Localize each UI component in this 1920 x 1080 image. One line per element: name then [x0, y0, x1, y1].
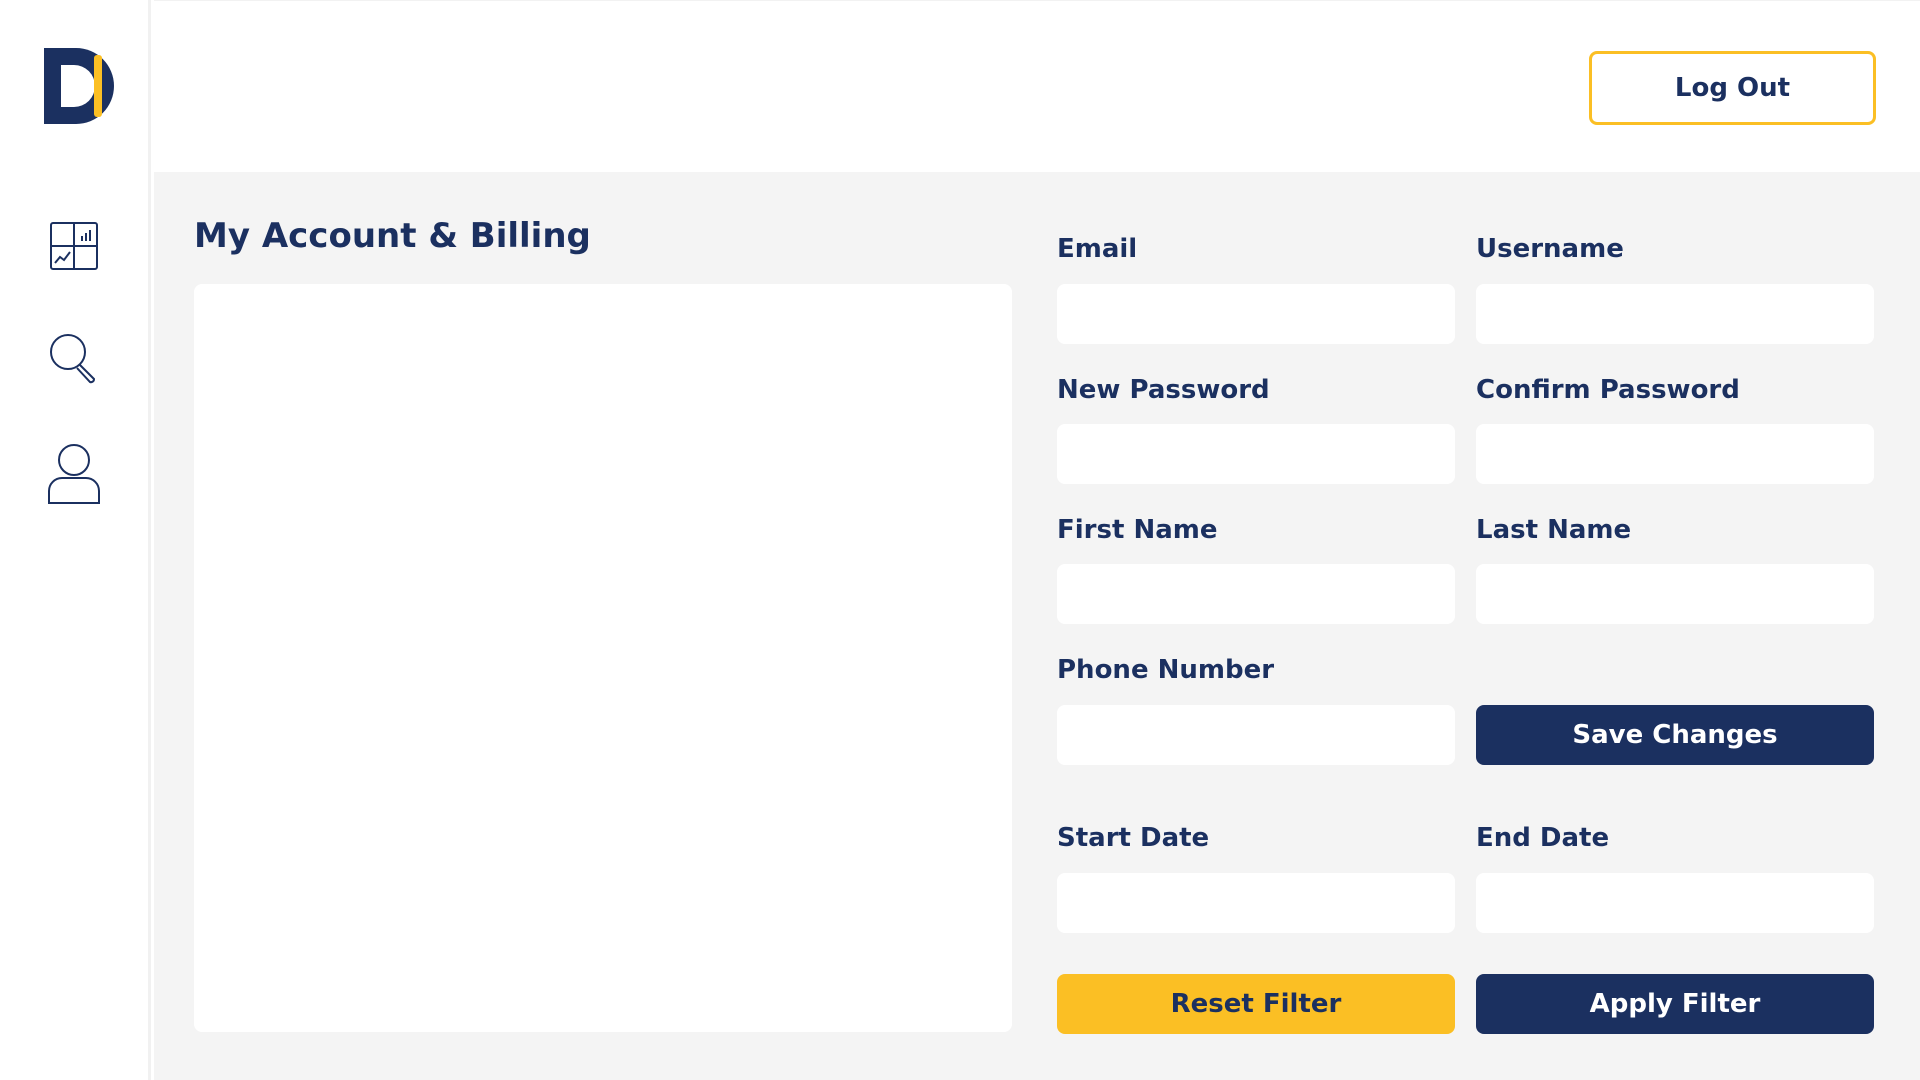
first-name-field[interactable]: [1057, 564, 1455, 624]
phone-number-label: Phone Number: [1057, 655, 1275, 685]
app-window: Log Out My Account & Billing Email Usern…: [0, 0, 1920, 1080]
confirm-password-field[interactable]: [1476, 424, 1874, 484]
search-icon: [50, 334, 95, 384]
user-icon: [48, 444, 100, 504]
end-date-label: End Date: [1476, 823, 1610, 853]
logout-button[interactable]: Log Out: [1589, 51, 1876, 125]
reset-filter-button[interactable]: Reset Filter: [1057, 974, 1455, 1034]
last-name-field[interactable]: [1476, 564, 1874, 624]
start-date-label: Start Date: [1057, 823, 1210, 853]
dashboard-chart-icon: [50, 222, 98, 270]
sidebar-item-search[interactable]: [45, 329, 103, 387]
top-header: Log Out: [154, 0, 1920, 172]
first-name-label: First Name: [1057, 515, 1218, 545]
confirm-password-label: Confirm Password: [1476, 375, 1740, 405]
content-panel: [194, 284, 1012, 1032]
username-label: Username: [1476, 234, 1624, 264]
last-name-label: Last Name: [1476, 515, 1632, 545]
sidebar: [0, 0, 151, 1080]
sidebar-item-dashboard[interactable]: [45, 217, 103, 275]
page-title: My Account & Billing: [194, 216, 591, 256]
start-date-field[interactable]: [1057, 873, 1455, 933]
username-field[interactable]: [1476, 284, 1874, 344]
end-date-field[interactable]: [1476, 873, 1874, 933]
brand-logo[interactable]: [44, 48, 118, 124]
apply-filter-button[interactable]: Apply Filter: [1476, 974, 1874, 1034]
new-password-field[interactable]: [1057, 424, 1455, 484]
email-field[interactable]: [1057, 284, 1455, 344]
new-password-label: New Password: [1057, 375, 1270, 405]
email-label: Email: [1057, 234, 1138, 264]
phone-number-field[interactable]: [1057, 705, 1455, 765]
save-changes-button[interactable]: Save Changes: [1476, 705, 1874, 765]
sidebar-item-profile[interactable]: [45, 444, 103, 504]
